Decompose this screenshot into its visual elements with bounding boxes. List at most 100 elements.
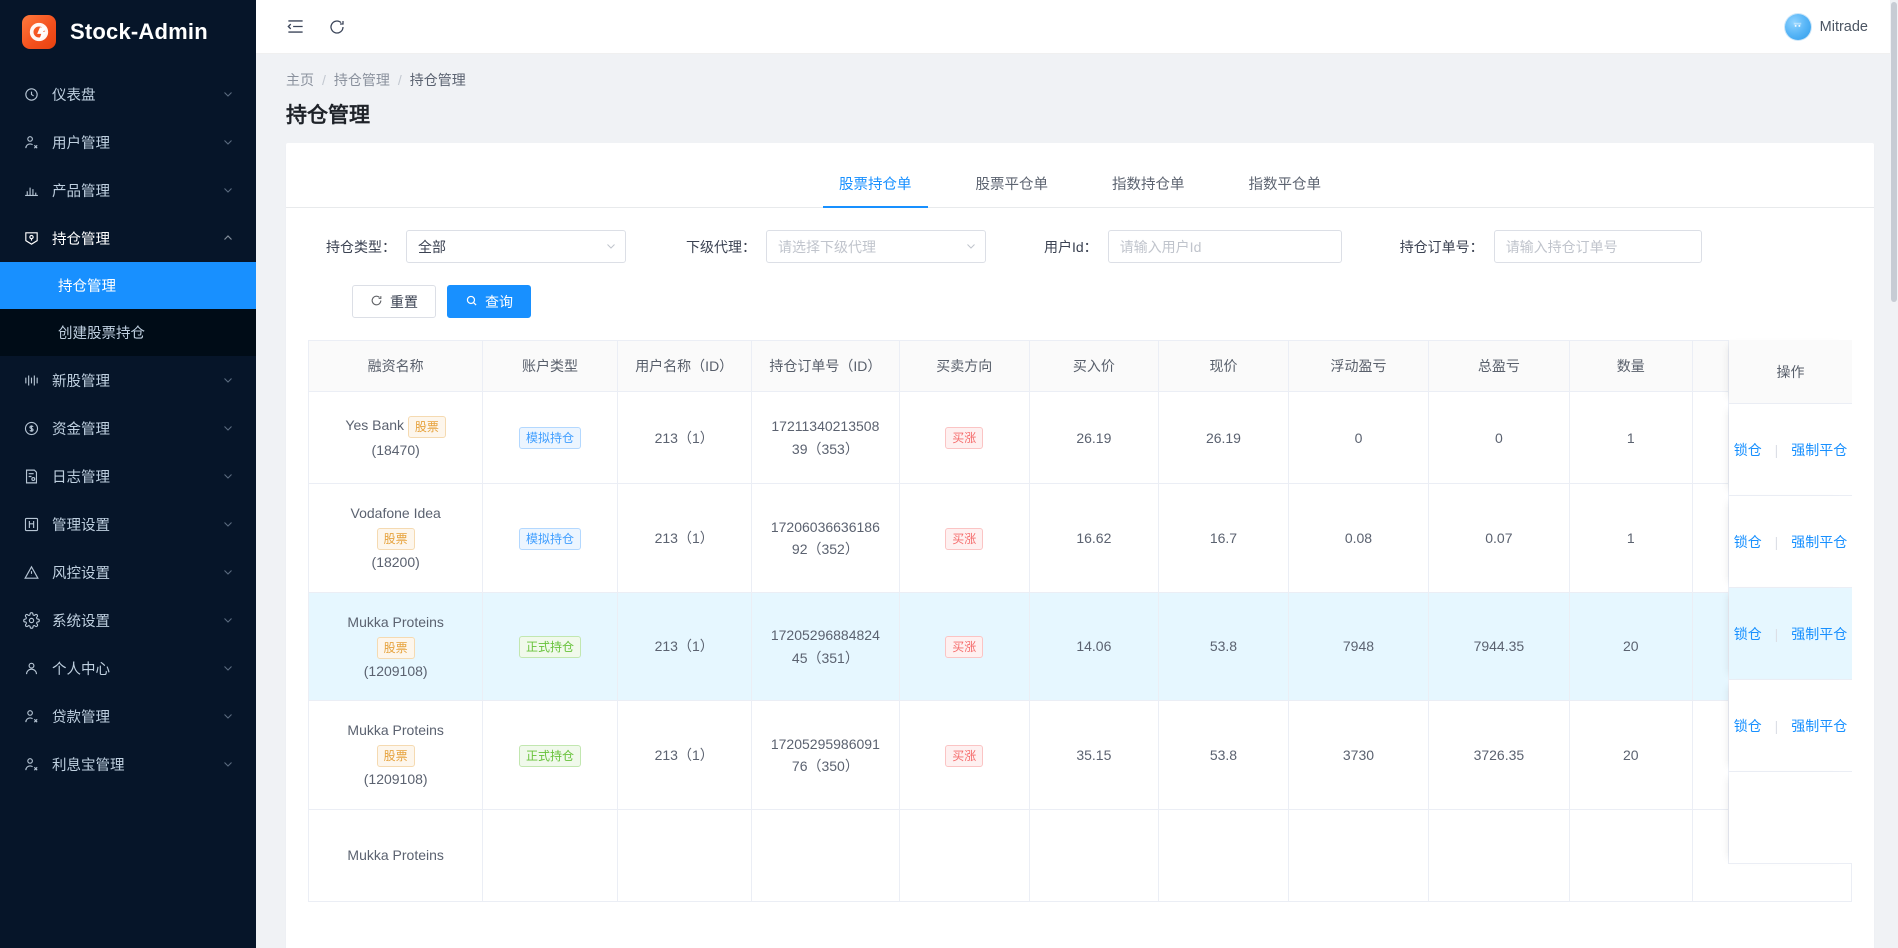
table-row[interactable]: Yes Bank 股票 (18470) 模拟持仓 213（1） 17211340… <box>308 391 1852 485</box>
filter-label: 用户Id： <box>1044 238 1098 255</box>
sidebar-item-label: 个人中心 <box>52 661 110 678</box>
chevron-down-icon <box>222 709 236 723</box>
order-no-line1: 17205295986091 <box>770 735 880 752</box>
breadcrumb: 主页 / 持仓管理 / 持仓管理 <box>286 70 1874 90</box>
sidebar-item-position-manage[interactable]: 持仓管理 <box>0 214 256 262</box>
sub-agent-select-value[interactable]: 请选择下级代理 <box>766 230 986 263</box>
user-name: Mitrade <box>1819 18 1868 35</box>
table-row[interactable]: Mukka Proteins 股票 (1209108) 正式持仓 213（1） <box>308 592 1852 702</box>
lock-position-link[interactable]: 锁仓 <box>1734 534 1762 550</box>
tab-stock-positions[interactable]: 股票持仓单 <box>823 161 928 208</box>
loan-icon <box>22 707 40 725</box>
sidebar-item-loan-manage[interactable]: 贷款管理 <box>0 692 256 740</box>
stock-name: Yes Bank <box>345 417 405 434</box>
action-divider: | <box>1774 441 1779 458</box>
search-button-label: 查询 <box>485 293 513 310</box>
refresh-icon[interactable] <box>322 12 352 42</box>
action-divider: | <box>1774 717 1779 734</box>
direction-tag: 买涨 <box>945 744 984 767</box>
row-actions: 锁仓 | 强制平仓 <box>1734 440 1847 460</box>
tab-index-closed[interactable]: 指数平仓单 <box>1233 161 1338 207</box>
cell-user: 213（1） <box>617 391 752 485</box>
breadcrumb-item-module[interactable]: 持仓管理 <box>334 70 390 90</box>
sidebar-item-new-stock[interactable]: 新股管理 <box>0 356 256 404</box>
order-number-field[interactable] <box>1493 230 1702 263</box>
lock-position-link[interactable]: 锁仓 <box>1734 718 1762 734</box>
sidebar-item-dashboard[interactable]: 仪表盘 <box>0 70 256 118</box>
page-scrollbar[interactable] <box>1890 0 1898 948</box>
cell-buy-price: 16.62 <box>1029 483 1160 593</box>
search-button[interactable]: 查询 <box>447 285 531 318</box>
sidebar-item-system-settings[interactable]: 系统设置 <box>0 596 256 644</box>
force-close-link[interactable]: 强制平仓 <box>1791 442 1847 458</box>
table-row[interactable]: Mukka Proteins 股票 (1209108) 正式持仓 213（1） <box>308 700 1852 810</box>
fixed-col-cell: 锁仓 | 强制平仓 <box>1729 588 1852 680</box>
menu-fold-icon[interactable] <box>280 12 310 42</box>
sidebar-item-admin-settings[interactable]: 管理设置 <box>0 500 256 548</box>
brand-name: Stock-Admin <box>70 19 208 44</box>
lock-position-link[interactable]: 锁仓 <box>1734 626 1762 642</box>
filter-row: 持仓类型： 全部 下级代理： 请选择下级代理 用户Id： 请输入用户Id 持仓订… <box>308 230 1852 263</box>
user-id-input[interactable] <box>1107 230 1342 263</box>
tab-index-positions[interactable]: 指数持仓单 <box>1096 161 1201 207</box>
breadcrumb-separator: / <box>322 72 326 88</box>
scrollbar-thumb[interactable] <box>1891 2 1897 302</box>
order-no-line2: 39（353） <box>791 440 859 457</box>
sidebar-item-log-manage[interactable]: 日志管理 <box>0 452 256 500</box>
reset-button[interactable]: 重置 <box>352 285 436 318</box>
position-type-select-value[interactable]: 全部 <box>406 230 626 263</box>
page-title: 持仓管理 <box>286 104 370 127</box>
cell-current-price: 53.8 <box>1158 700 1289 810</box>
order-number-input[interactable] <box>1493 230 1702 263</box>
cell-account-type: 正式持仓 <box>482 700 618 810</box>
table-row[interactable]: Vodafone Idea 股票 (18200) 模拟持仓 213（1） 172… <box>308 483 1852 593</box>
sidebar-item-personal-center[interactable]: 个人中心 <box>0 644 256 692</box>
sub-agent-select[interactable]: 请选择下级代理 <box>766 230 986 263</box>
breadcrumb-item-home[interactable]: 主页 <box>286 70 314 90</box>
brand[interactable]: Stock-Admin <box>0 0 256 64</box>
sidebar-item-fund-manage[interactable]: 资金管理 <box>0 404 256 452</box>
content-wrap: 股票持仓单 股票平仓单 指数持仓单 指数平仓单 持仓类型： 全部 下级代理： 请… <box>256 143 1898 948</box>
force-close-link[interactable]: 强制平仓 <box>1791 626 1847 642</box>
col-name: 融资名称 <box>308 340 484 393</box>
sidebar-item-user-manage[interactable]: 用户管理 <box>0 118 256 166</box>
order-no-line1: 17205296884824 <box>770 627 880 644</box>
position-type-select[interactable]: 全部 <box>406 230 626 263</box>
fixed-col-cell: 锁仓 | 强制平仓 <box>1729 680 1852 772</box>
stock-type-tag: 股票 <box>376 636 415 659</box>
force-close-link[interactable]: 强制平仓 <box>1791 534 1847 550</box>
action-divider: | <box>1774 533 1779 550</box>
fixed-action-column: 操作 锁仓 | 强制平仓 锁仓 | 强制平仓 锁仓 | 强制平仓 锁仓 | 强制… <box>1728 340 1852 864</box>
fixed-col-cell <box>1729 772 1852 864</box>
sidebar-subitem-create-stock-position[interactable]: 创建股票持仓 <box>0 309 256 356</box>
lock-position-link[interactable]: 锁仓 <box>1734 442 1762 458</box>
user-menu[interactable]: Mitrade <box>1784 13 1876 40</box>
col-account-type: 账户类型 <box>482 340 618 393</box>
row-actions: 锁仓 | 强制平仓 <box>1734 716 1847 736</box>
sidebar-item-product-manage[interactable]: 产品管理 <box>0 166 256 214</box>
breadcrumb-item-current[interactable]: 持仓管理 <box>410 70 466 90</box>
table-row[interactable]: Mukka Proteins <box>308 809 1852 902</box>
user-manage-icon <box>22 133 40 151</box>
sidebar-item-label: 持仓管理 <box>52 231 110 248</box>
tab-stock-closed[interactable]: 股票平仓单 <box>960 161 1065 207</box>
row-actions: 锁仓 | 强制平仓 <box>1734 532 1847 552</box>
sidebar-subitem-position-manage[interactable]: 持仓管理 <box>0 262 256 309</box>
user-id-field[interactable] <box>1107 230 1342 263</box>
stock-admin-logo-icon <box>22 15 56 49</box>
cell-total-pl <box>1428 809 1570 902</box>
sidebar-item-label: 利息宝管理 <box>52 757 125 774</box>
sidebar-item-interest-manage[interactable]: 利息宝管理 <box>0 740 256 788</box>
sidebar-submenu-position: 持仓管理 创建股票持仓 <box>0 262 256 356</box>
cell-buy-price: 14.06 <box>1029 592 1160 702</box>
fixed-col-cell: 锁仓 | 强制平仓 <box>1729 404 1852 496</box>
log-icon <box>22 467 40 485</box>
stock-name: Mukka Proteins <box>347 722 444 739</box>
stock-code: (1209108) <box>363 771 428 788</box>
table-body: Yes Bank 股票 (18470) 模拟持仓 213（1） 17211340… <box>308 391 1852 902</box>
cell-total-pl: 3726.35 <box>1428 700 1570 810</box>
force-close-link[interactable]: 强制平仓 <box>1791 718 1847 734</box>
sidebar-item-label: 仪表盘 <box>52 87 96 104</box>
sidebar-item-risk-settings[interactable]: 风控设置 <box>0 548 256 596</box>
sidebar: Stock-Admin 仪表盘 用户管理 产品管理 持仓管理 持仓管理 创建股票… <box>0 0 256 948</box>
